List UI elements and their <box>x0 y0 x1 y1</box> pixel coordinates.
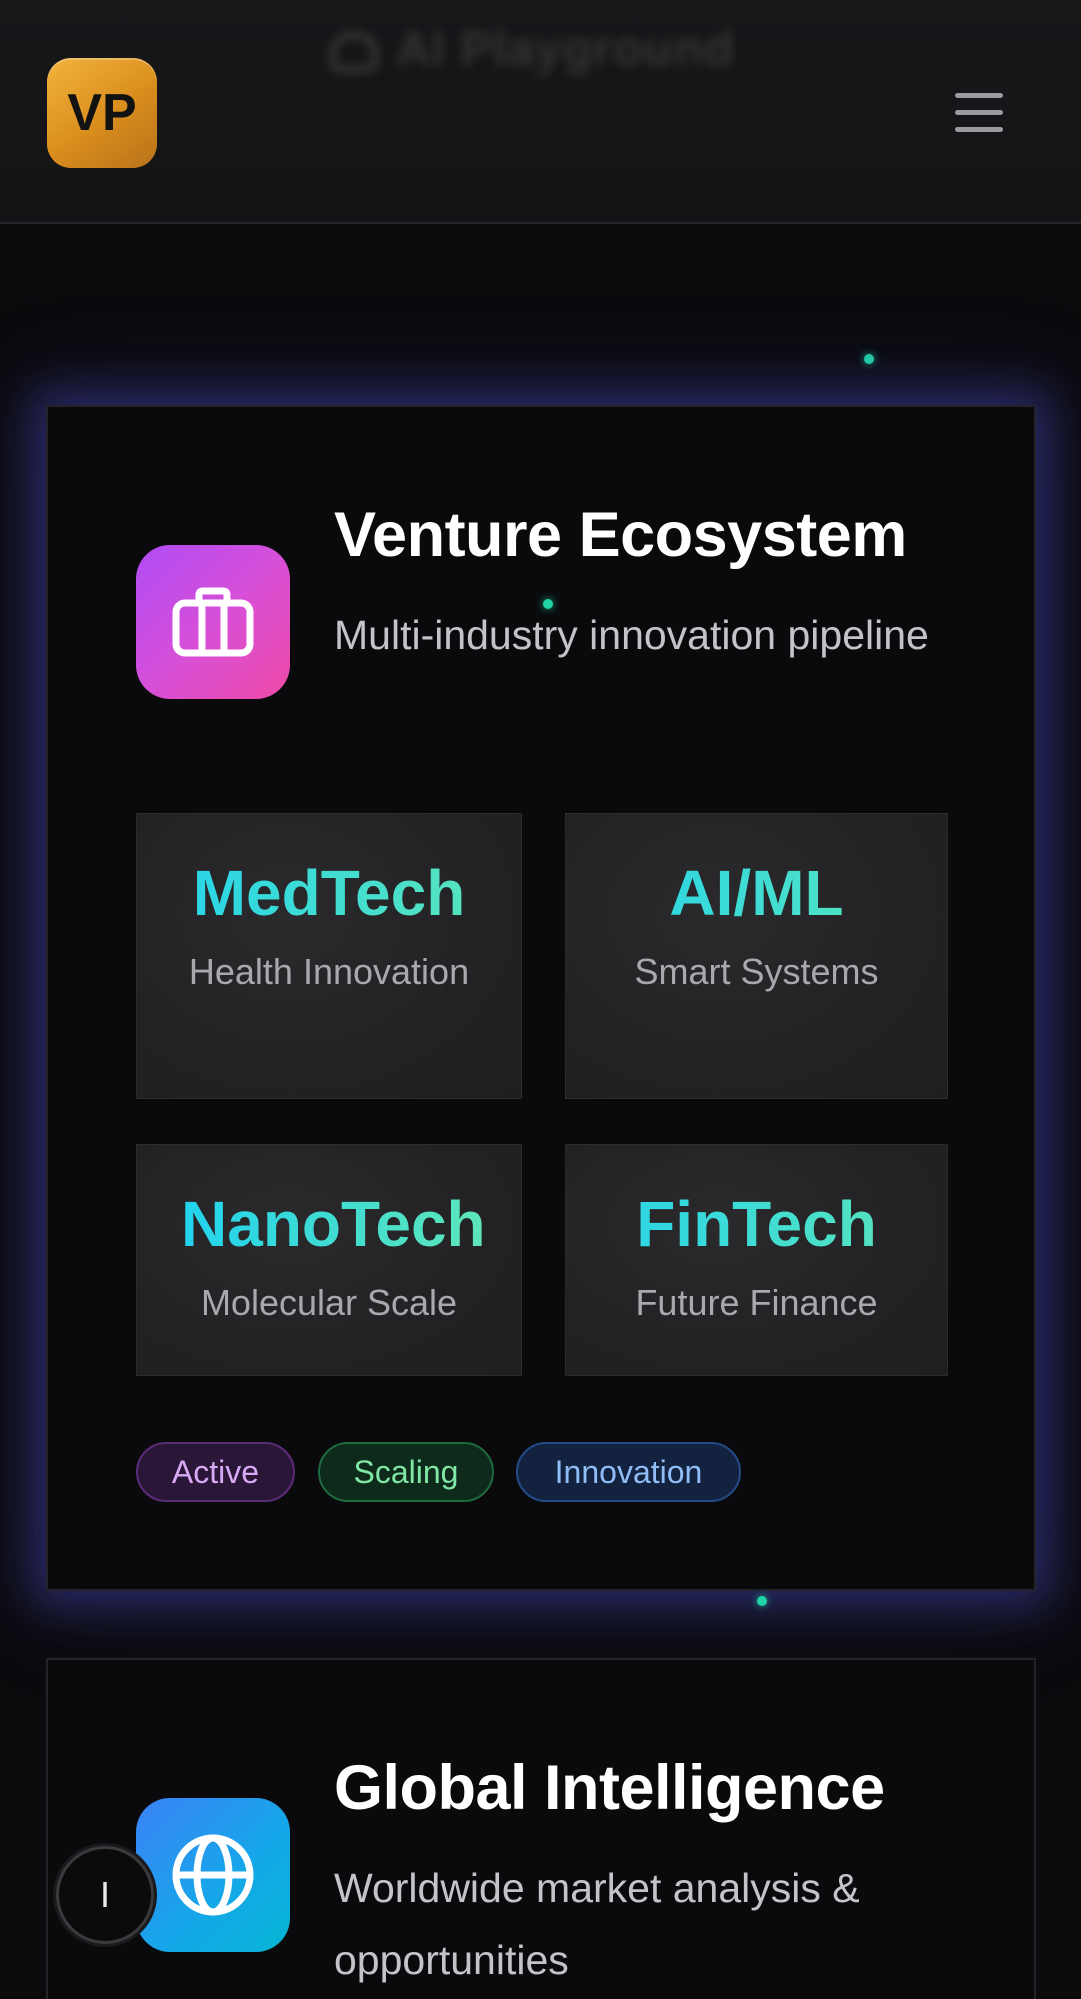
briefcase-icon <box>136 545 290 699</box>
header-ghost-title: AI Playground <box>330 22 734 77</box>
tile-fintech[interactable]: FinTech Future Finance <box>565 1144 948 1376</box>
hamburger-menu-icon[interactable] <box>950 85 1008 141</box>
tile-title: AI/ML <box>566 856 947 930</box>
sparkle-dot <box>543 599 553 609</box>
tile-medtech[interactable]: MedTech Health Innovation <box>136 813 522 1099</box>
tile-subtitle: Smart Systems <box>634 951 879 992</box>
card-title: Global Intelligence <box>334 1753 885 1823</box>
menu-line <box>955 127 1003 132</box>
page: AI Playground VP Venture Ecosystem Multi… <box>0 0 1081 1999</box>
global-intelligence-card[interactable]: Global Intelligence Worldwide market ana… <box>46 1658 1036 1999</box>
brain-icon <box>330 32 378 73</box>
tile-ai-ml[interactable]: AI/ML Smart Systems <box>565 813 948 1099</box>
card-subtitle: Worldwide market analysis & opportunitie… <box>334 1865 860 1983</box>
logo[interactable]: VP <box>47 58 157 168</box>
tile-title: FinTech <box>566 1187 947 1261</box>
status-badge-scaling: Scaling <box>318 1442 494 1502</box>
app-header: AI Playground VP <box>0 0 1081 224</box>
tile-subtitle: Molecular Scale <box>200 1282 458 1323</box>
card-title: Venture Ecosystem <box>334 500 907 570</box>
header-ghost-title-text: AI Playground <box>396 23 735 76</box>
tile-nanotech[interactable]: NanoTech Molecular Scale <box>136 1144 522 1376</box>
status-badge-innovation: Innovation <box>516 1442 741 1502</box>
sparkle-dot <box>864 354 874 364</box>
venture-ecosystem-card[interactable]: Venture Ecosystem Multi-industry innovat… <box>46 405 1036 1591</box>
floating-assistant-button[interactable]: I <box>56 1846 154 1944</box>
status-badge-active: Active <box>136 1442 295 1502</box>
tile-title: MedTech <box>137 856 521 930</box>
menu-line <box>955 93 1003 98</box>
tile-title: NanoTech <box>181 1188 486 1260</box>
tile-subtitle: Health Innovation <box>188 951 470 992</box>
sparkle-dot <box>757 1596 767 1606</box>
tile-subtitle: Future Finance <box>635 1282 878 1323</box>
globe-icon <box>136 1798 290 1952</box>
card-subtitle: Multi-industry innovation pipeline <box>334 612 929 658</box>
menu-line <box>955 110 1003 115</box>
